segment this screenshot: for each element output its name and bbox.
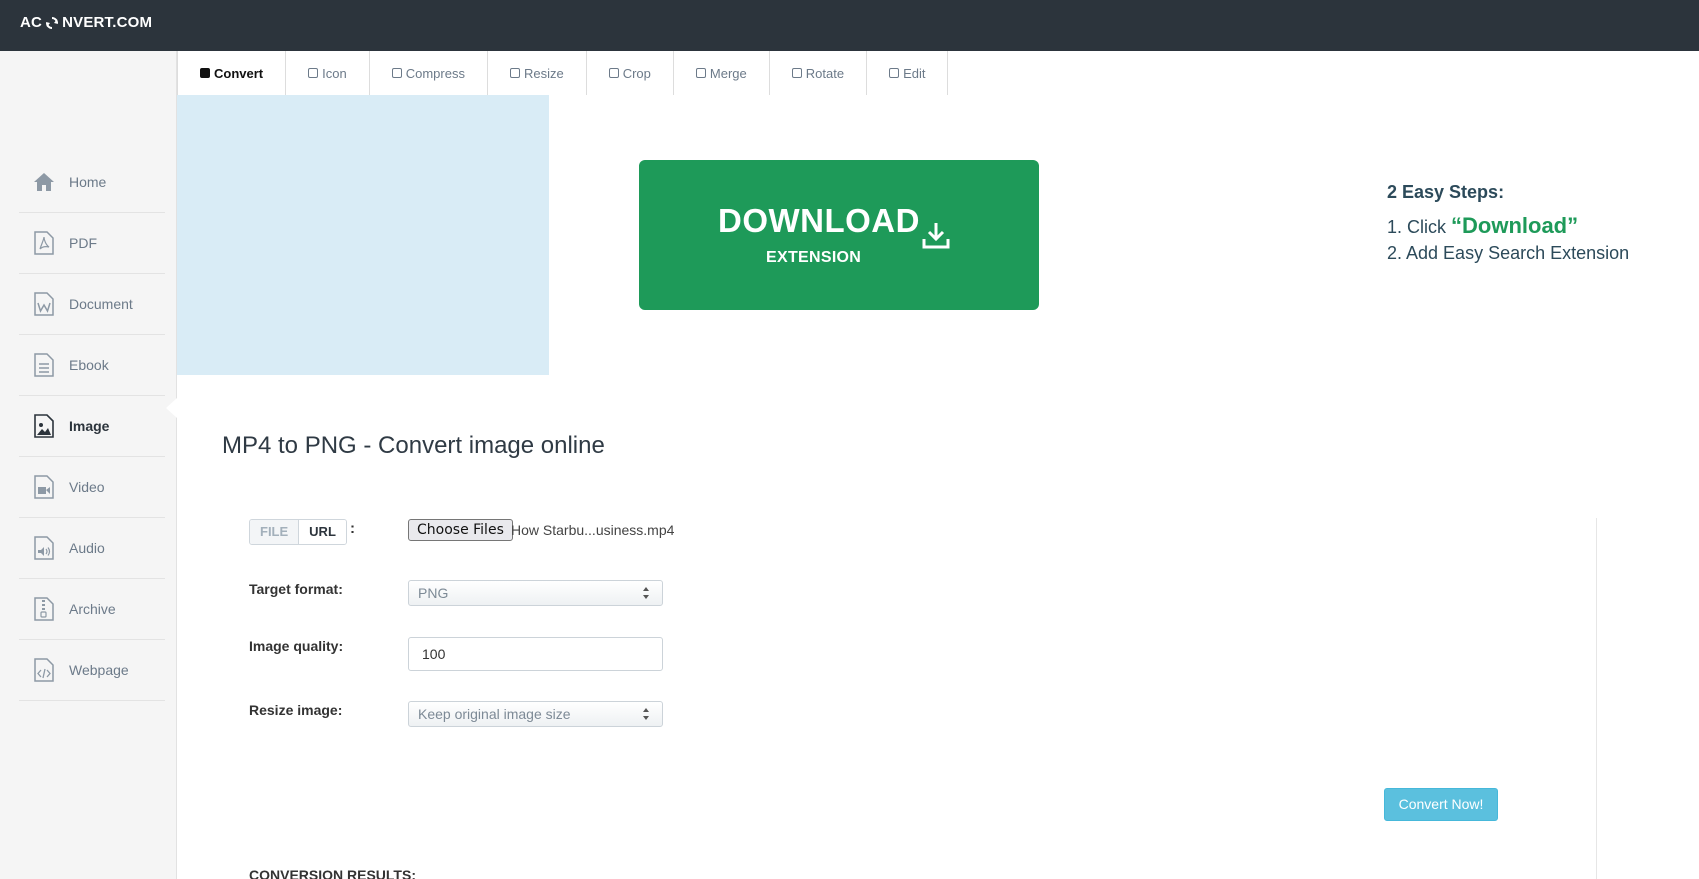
image-quality-label: Image quality: (249, 638, 344, 654)
sidebar-item-document[interactable]: Document (19, 274, 165, 335)
page-title: MP4 to PNG - Convert image online (222, 432, 605, 459)
sidebar-item-video[interactable]: Video (19, 457, 165, 518)
checkbox-filled-icon (200, 68, 210, 78)
tab-label: Icon (322, 65, 347, 81)
tab-resize[interactable]: Resize (487, 51, 587, 95)
download-label: DOWNLOAD (718, 202, 920, 239)
tab-label: Edit (903, 65, 926, 81)
convert-now-button[interactable]: Convert Now! (1384, 788, 1498, 821)
resize-image-label: Resize image: (249, 702, 343, 718)
sidebar-item-label: Home (69, 174, 107, 190)
tool-tabs: Convert Icon Compress Resize Crop Merge … (177, 51, 949, 95)
home-icon (33, 170, 55, 194)
tab-label: Compress (405, 65, 465, 81)
tab-crop[interactable]: Crop (586, 51, 674, 95)
sidebar-item-label: Audio (69, 540, 105, 556)
select-arrows-icon (643, 708, 649, 720)
step-one: 1. Click “Download” (1387, 213, 1629, 240)
tab-convert[interactable]: Convert (178, 51, 287, 95)
target-format-select[interactable]: PNG (408, 580, 663, 606)
sidebar-item-ebook[interactable]: Ebook (19, 335, 165, 396)
code-file-icon (33, 658, 55, 682)
active-item-pointer (166, 398, 177, 418)
archive-file-icon (33, 597, 55, 621)
checkbox-empty-icon (889, 68, 900, 78)
sidebar-item-label: Video (69, 479, 105, 495)
tab-compress[interactable]: Compress (369, 51, 488, 95)
sidebar-item-home[interactable]: Home (19, 152, 165, 213)
site-logo[interactable]: AC NVERT.COM (20, 14, 152, 31)
tab-edit[interactable]: Edit (867, 51, 949, 95)
tab-label: Rotate (805, 65, 845, 81)
url-source-button[interactable]: URL (299, 520, 346, 544)
pdf-file-icon (33, 231, 55, 255)
steps-title: 2 Easy Steps: (1387, 182, 1505, 202)
target-format-value: PNG (418, 585, 449, 601)
easy-steps: 2 Easy Steps: 1. Click “Download” 2. Add… (1387, 182, 1629, 266)
file-source-button[interactable]: FILE (250, 520, 300, 544)
checkbox-empty-icon (391, 68, 402, 78)
checkbox-empty-icon (695, 68, 706, 78)
refresh-arrows-icon (46, 16, 59, 29)
sidebar-item-label: Archive (69, 601, 116, 617)
download-icon (922, 223, 950, 249)
audio-file-icon (33, 536, 55, 560)
selected-file-name: How Starbu...usiness.mp4 (511, 522, 675, 538)
top-navbar: AC NVERT.COM (0, 0, 1699, 51)
image-file-icon (33, 414, 55, 438)
tab-label: Resize (523, 65, 564, 81)
resize-image-value: Keep original image size (418, 706, 571, 722)
ad-placeholder (177, 95, 549, 375)
tab-label: Crop (622, 65, 651, 81)
choose-files-button[interactable]: Choose Files (408, 519, 513, 541)
checkbox-empty-icon (608, 68, 619, 78)
ebook-file-icon (33, 353, 55, 377)
sidebar-item-label: Webpage (69, 662, 129, 678)
sidebar-item-label: PDF (69, 235, 97, 251)
tab-label: Convert (214, 65, 264, 81)
download-extension-button[interactable]: DOWNLOAD EXTENSION (639, 160, 1039, 310)
sidebar-item-label: Image (69, 418, 110, 434)
video-file-icon (33, 475, 55, 499)
tab-merge[interactable]: Merge (673, 51, 770, 95)
sidebar-item-pdf[interactable]: PDF (19, 213, 165, 274)
source-toggle: FILE URL (249, 519, 347, 545)
step-two: 2. Add Easy Search Extension (1387, 243, 1630, 263)
word-document-icon (33, 292, 55, 316)
sidebar-item-label: Ebook (69, 357, 109, 373)
logo-text-left: AC (20, 14, 43, 31)
image-quality-input[interactable]: 100 (408, 637, 663, 671)
tab-icon[interactable]: Icon (286, 51, 370, 95)
conversion-results-label: CONVERSION RESULTS: (249, 867, 416, 879)
sidebar-item-label: Document (69, 296, 133, 312)
checkbox-empty-icon (509, 68, 520, 78)
sidebar-item-audio[interactable]: Audio (19, 518, 165, 579)
checkbox-empty-icon (308, 68, 319, 78)
sidebar-item-archive[interactable]: Archive (19, 579, 165, 640)
sidebar: Home PDF Document Ebook Image Video Audi… (0, 51, 177, 879)
select-arrows-icon (643, 587, 649, 599)
sidebar-item-webpage[interactable]: Webpage (19, 640, 165, 701)
divider (1596, 518, 1597, 879)
step-one-link: “Download” (1451, 213, 1579, 238)
logo-text-right: NVERT.COM (62, 14, 153, 31)
resize-image-select[interactable]: Keep original image size (408, 701, 663, 727)
checkbox-empty-icon (791, 68, 802, 78)
tab-rotate[interactable]: Rotate (769, 51, 868, 95)
target-format-label: Target format: (249, 581, 343, 597)
step-one-text: 1. Click (1387, 217, 1452, 237)
tab-label: Merge (709, 65, 747, 81)
extension-label: EXTENSION (766, 249, 862, 266)
source-colon: : (350, 520, 355, 537)
sidebar-item-image[interactable]: Image (19, 396, 165, 457)
